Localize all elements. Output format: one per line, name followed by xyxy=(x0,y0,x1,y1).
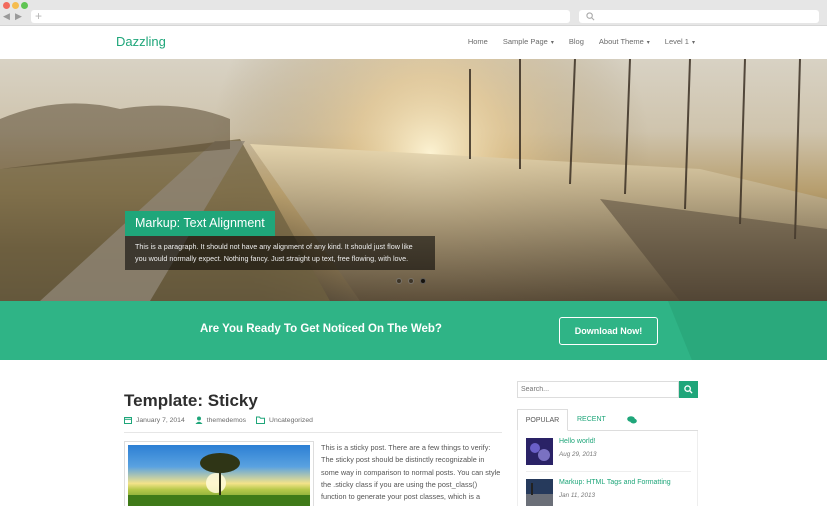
tab-recent[interactable]: RECENT xyxy=(577,409,606,431)
slider-dot[interactable] xyxy=(408,278,414,284)
menu-item-label: About Theme xyxy=(598,37,644,46)
search-button[interactable] xyxy=(679,381,698,398)
sidebar-tabs: POPULAR RECENT xyxy=(517,409,698,431)
search-icon xyxy=(586,12,595,21)
popular-post-date: Aug 29, 2013 xyxy=(559,451,597,458)
post-thumbnail-image xyxy=(526,479,553,506)
post-excerpt: This is a sticky post. There are a few t… xyxy=(321,443,501,502)
back-arrow-icon[interactable]: ◀ xyxy=(3,11,10,21)
tab-popular[interactable]: POPULAR xyxy=(517,409,568,431)
popular-post-title[interactable]: Hello world! xyxy=(559,438,596,445)
post-title[interactable]: Template: Sticky xyxy=(124,391,258,411)
site-logo[interactable]: Dazzling xyxy=(116,34,166,49)
comments-icon xyxy=(627,416,637,424)
caret-down-icon: ▾ xyxy=(550,40,554,46)
cta-text: Are You Ready To Get Noticed On The Web? xyxy=(200,323,442,335)
popular-post-date: Jan 11, 2013 xyxy=(559,492,595,499)
post-meta: January 7, 2014 themedemos Uncategorized xyxy=(124,416,323,424)
post-divider xyxy=(124,432,502,433)
popular-posts-panel: Hello world! Aug 29, 2013 Markup: HTML T… xyxy=(517,431,698,506)
folder-icon xyxy=(256,416,266,424)
caret-down-icon: ▾ xyxy=(646,40,650,46)
post-thumbnail[interactable] xyxy=(124,441,314,506)
hero-slider[interactable]: Markup: Text Alignment This is a paragra… xyxy=(0,59,827,301)
post-category[interactable]: Uncategorized xyxy=(269,417,313,424)
minimize-window-button[interactable] xyxy=(12,2,19,9)
plus-icon[interactable]: + xyxy=(35,9,42,23)
slider-dot[interactable] xyxy=(396,278,402,284)
browser-search-bar[interactable] xyxy=(579,10,819,23)
caret-down-icon: ▾ xyxy=(691,40,695,46)
address-bar[interactable]: + xyxy=(31,9,570,23)
download-now-button[interactable]: Download Now! xyxy=(559,317,658,345)
post-author[interactable]: themedemos xyxy=(207,417,246,424)
thumbnail-image xyxy=(128,445,310,506)
search-icon xyxy=(684,385,693,394)
post-thumbnail-image xyxy=(526,438,553,465)
menu-item-label: Home xyxy=(467,37,488,46)
popular-post-title[interactable]: Markup: HTML Tags and Formatting xyxy=(559,479,671,486)
browser-chrome: ◀ ▶ + xyxy=(0,0,827,26)
user-icon xyxy=(195,416,203,424)
cta-band-accent xyxy=(668,301,827,360)
cta-band: Are You Ready To Get Noticed On The Web?… xyxy=(0,301,827,360)
tree-image xyxy=(128,453,310,506)
close-window-button[interactable] xyxy=(3,2,10,9)
main-menu: Home Sample Page ▾ Blog About Theme ▾ Leve… xyxy=(453,37,695,46)
maximize-window-button[interactable] xyxy=(21,2,28,9)
post-date[interactable]: January 7, 2014 xyxy=(136,417,185,424)
menu-item-label: Sample Page xyxy=(502,37,548,46)
site-header: Dazzling Home Sample Page ▾ Blog About Th… xyxy=(0,27,827,58)
search-input[interactable] xyxy=(517,381,679,398)
slide-caption-text: This is a paragraph. It should not have … xyxy=(125,236,435,270)
tab-comments[interactable] xyxy=(627,409,637,431)
menu-item-home[interactable]: Home xyxy=(468,37,488,46)
menu-item-label: Blog xyxy=(568,37,584,46)
menu-item-label: Level 1 xyxy=(664,37,689,46)
slide-caption-title[interactable]: Markup: Text Alignment xyxy=(125,211,275,236)
menu-item-about-theme[interactable]: About Theme ▾ xyxy=(599,37,650,46)
menu-item-blog[interactable]: Blog xyxy=(569,37,584,46)
menu-item-level-1[interactable]: Level 1 ▾ xyxy=(665,37,695,46)
divider xyxy=(526,471,691,472)
slider-dot-active[interactable] xyxy=(420,278,426,284)
calendar-icon xyxy=(124,417,132,424)
slider-pagination xyxy=(396,278,426,284)
menu-item-sample-page[interactable]: Sample Page ▾ xyxy=(503,37,554,46)
forward-arrow-icon[interactable]: ▶ xyxy=(15,11,22,21)
